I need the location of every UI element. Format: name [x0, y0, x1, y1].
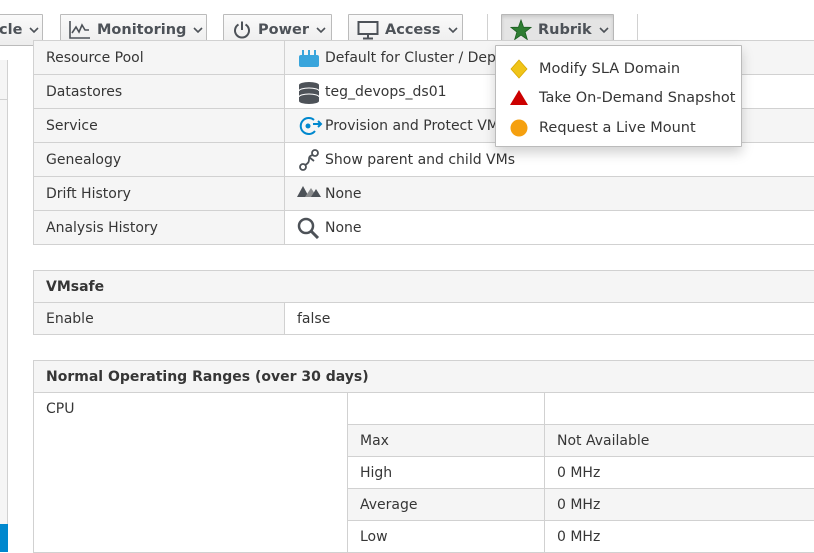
red-triangle-icon	[508, 87, 530, 109]
row-label: Drift History	[34, 177, 285, 211]
row-label: Enable	[34, 303, 285, 335]
vmsafe-title: VMsafe	[34, 271, 814, 303]
table-header-row: VMsafe	[34, 271, 814, 303]
chevron-down-icon	[193, 27, 203, 34]
row-value: 0 MHz	[545, 489, 814, 521]
power-label: Power	[258, 22, 309, 38]
row-label: High	[348, 457, 545, 489]
menu-item-label: Modify SLA Domain	[539, 61, 680, 77]
row-value-text: Show parent and child VMs	[325, 152, 515, 168]
table-row: Genealogy Show parent and child VMs	[34, 143, 814, 177]
star-icon	[510, 19, 532, 41]
table-row: CPU	[34, 393, 814, 425]
row-value-text: teg_devops_ds01	[325, 84, 447, 100]
monitoring-icon	[69, 19, 91, 41]
chevron-down-icon	[29, 27, 39, 34]
row-label: Service	[34, 109, 285, 143]
orange-circle-icon	[508, 117, 530, 139]
menu-item-label: Request a Live Mount	[539, 120, 696, 136]
menu-item-label: Take On-Demand Snapshot	[539, 90, 735, 106]
monitoring-label: Monitoring	[97, 22, 186, 38]
row-value[interactable]: Show parent and child VMs	[285, 143, 814, 177]
row-label: Average	[348, 489, 545, 521]
chevron-down-icon	[599, 27, 609, 34]
table-row: Enable false	[34, 303, 814, 335]
row-value-text: None	[325, 220, 362, 236]
menu-item-request-live-mount[interactable]: Request a Live Mount	[496, 113, 741, 143]
monitor-icon	[357, 19, 379, 41]
row-value-text: Provision and Protect VM	[325, 118, 499, 134]
menu-item-modify-sla-domain[interactable]: Modify SLA Domain	[496, 54, 741, 84]
row-label: Resource Pool	[34, 41, 285, 75]
operating-ranges-table: Normal Operating Ranges (over 30 days) C…	[33, 360, 814, 553]
datastore-icon	[297, 81, 321, 103]
menu-item-take-snapshot[interactable]: Take On-Demand Snapshot	[496, 84, 741, 114]
row-label: Max	[348, 425, 545, 457]
row-value-text: None	[325, 186, 362, 202]
rubrik-dropdown-menu: Modify SLA Domain Take On-Demand Snapsho…	[495, 45, 742, 147]
operating-ranges-title: Normal Operating Ranges (over 30 days)	[34, 361, 814, 393]
row-label: Datastores	[34, 75, 285, 109]
row-label	[348, 393, 545, 425]
yellow-diamond-icon	[508, 58, 530, 80]
row-value: 0 MHz	[545, 521, 814, 553]
row-value[interactable]: None	[285, 211, 814, 245]
vmsafe-table: VMsafe Enable false	[33, 270, 814, 335]
chevron-down-icon	[448, 27, 458, 34]
rubrik-label: Rubrik	[538, 22, 592, 38]
lifecycle-label: cle	[0, 22, 22, 38]
cpu-label: CPU	[34, 393, 348, 553]
left-accordion-rail	[0, 60, 8, 536]
magnifier-icon	[297, 217, 321, 239]
table-header-row: Normal Operating Ranges (over 30 days)	[34, 361, 814, 393]
row-label: Genealogy	[34, 143, 285, 177]
genealogy-icon	[297, 149, 321, 171]
resource-pool-icon	[297, 47, 321, 69]
table-row: Drift History None	[34, 177, 814, 211]
row-label: Analysis History	[34, 211, 285, 245]
accordion-selected-item[interactable]	[0, 524, 8, 552]
row-value-text: Default for Cluster / Dep	[325, 50, 496, 66]
drift-icon	[297, 183, 321, 205]
access-label: Access	[385, 22, 441, 38]
chevron-down-icon	[316, 27, 326, 34]
row-value: Not Available	[545, 425, 814, 457]
row-value: false	[285, 303, 814, 335]
table-row: Analysis History None	[34, 211, 814, 245]
row-value[interactable]: None	[285, 177, 814, 211]
row-value	[545, 393, 814, 425]
row-value: 0 MHz	[545, 457, 814, 489]
power-icon	[232, 19, 252, 41]
row-label: Low	[348, 521, 545, 553]
accordion-header[interactable]	[0, 60, 8, 100]
service-icon	[297, 115, 321, 137]
